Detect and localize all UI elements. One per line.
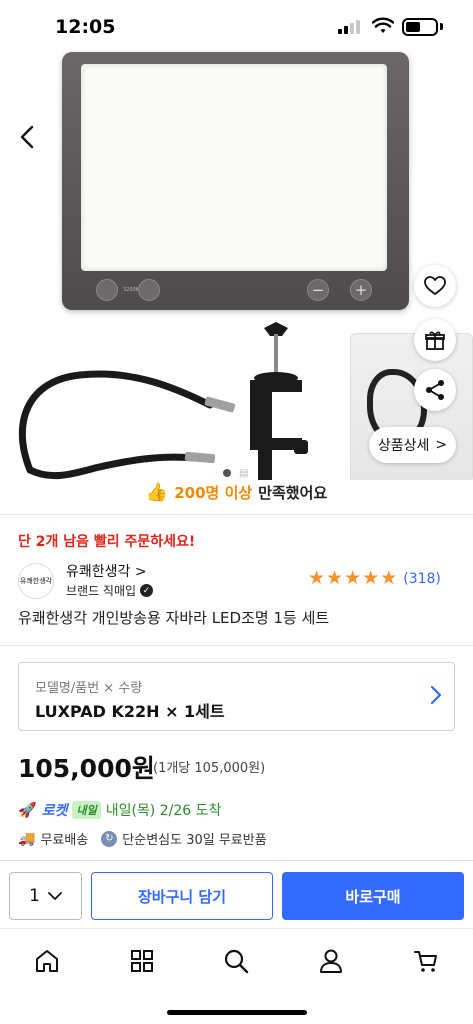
tab-cart[interactable] (412, 947, 440, 975)
home-icon (36, 950, 58, 972)
gift-button[interactable] (414, 319, 456, 361)
section-divider (0, 514, 473, 515)
gift-icon (425, 331, 445, 350)
home-indicator (167, 1010, 307, 1015)
star-icon: ★ (308, 567, 326, 589)
benefits-row: 🚚 무료배송 ↻ 단순변심도 30일 무료반품 (18, 829, 267, 848)
truck-icon: 🚚 (18, 830, 36, 847)
cellular-signal-icon (338, 20, 366, 34)
return-icon: ↻ (101, 830, 118, 847)
price-amount: 105,000원 (18, 754, 155, 783)
verified-check-icon: ✓ (140, 584, 154, 597)
share-button[interactable] (414, 369, 456, 411)
status-bar: 12:05 (0, 0, 473, 50)
clamp-mount-image (250, 322, 308, 480)
free-shipping-label: 무료배송 (40, 833, 89, 848)
cart-icon (414, 951, 437, 972)
option-selector[interactable]: 모델명/품번 × 수량 LUXPAD K22H × 1세트 (18, 662, 455, 731)
panel-minus-button: − (307, 279, 329, 301)
chevron-right-icon: > (134, 564, 147, 580)
chevron-left-icon (20, 125, 34, 149)
star-icon: ★ (326, 567, 344, 589)
option-value: LUXPAD K22H × 1세트 (35, 702, 225, 721)
wifi-icon (372, 17, 394, 33)
heart-icon (424, 276, 446, 295)
led-panel-image: 3200K − + (62, 52, 409, 310)
rocket-label: 로켓 (41, 803, 68, 819)
battery-tip (440, 23, 443, 30)
led-panel-screen (81, 64, 387, 271)
star-icon: ★ (344, 567, 362, 589)
buy-now-button[interactable]: 바로구매 (282, 872, 464, 920)
rocket-icon: 🚀 (18, 801, 37, 819)
wishlist-button[interactable] (414, 265, 456, 307)
panel-button-left (96, 279, 118, 301)
product-detail-label: 상품상세 (377, 438, 430, 454)
panel-plus-button: + (350, 279, 372, 301)
gallery-dot-active (223, 469, 231, 477)
rating-summary[interactable]: ★ ★ ★ ★ ★ (318) (308, 569, 441, 588)
search-icon (224, 949, 249, 974)
panel-temp-label-left: 3200K (123, 287, 140, 293)
brand-direct-badge: 브랜드 직매입 ✓ (66, 582, 154, 599)
product-detail-button[interactable]: 상품상세 > (369, 427, 456, 463)
profile-icon (320, 949, 342, 973)
brand-link[interactable]: 유쾌한생각 > (66, 561, 147, 581)
star-icon: ★ (362, 567, 380, 589)
free-return-label: 단순변심도 30일 무료반품 (122, 833, 267, 848)
stock-alert: 단 2개 남음 빨리 주문하세요! (18, 534, 196, 550)
chevron-down-icon (48, 891, 62, 900)
product-title: 유쾌한생각 개인방송용 자바라 LED조명 1등 세트 (18, 609, 330, 627)
chevron-right-icon (430, 685, 442, 705)
share-icon (426, 380, 444, 400)
quantity-select[interactable]: 1 (9, 872, 82, 920)
option-label: 모델명/품번 × 수량 (35, 681, 143, 696)
tab-home[interactable] (33, 947, 61, 975)
brand-direct-label: 브랜드 직매입 (66, 584, 137, 598)
satisfaction-banner: 👍 200명 이상 만족했어요 (0, 482, 473, 503)
tab-category[interactable] (128, 947, 156, 975)
gallery-pagination: ▤ (223, 468, 253, 479)
satisfaction-count: 200명 이상 (174, 484, 253, 502)
brand-logo[interactable]: 유쾌한생각 (18, 563, 54, 599)
battery-icon (402, 18, 438, 36)
chevron-right-icon: > (435, 437, 448, 453)
purchase-action-bar: 1 장바구니 담기 바로구매 (0, 860, 473, 928)
arrival-date: 내일(목) 2/26 도착 (105, 803, 222, 819)
thumbs-up-icon: 👍 (145, 482, 169, 503)
quantity-value: 1 (29, 886, 40, 906)
back-button[interactable] (12, 122, 42, 152)
status-time: 12:05 (55, 16, 116, 38)
delivery-info: 🚀 로켓 내일 내일(목) 2/26 도착 (18, 800, 221, 820)
rocket-badge: 내일 (72, 801, 101, 819)
video-indicator-icon: ▤ (239, 468, 249, 479)
star-icon: ★ (380, 567, 398, 589)
unit-price: (1개당 105,000원) (153, 761, 266, 776)
section-divider (0, 645, 473, 646)
panel-button-mid (138, 279, 160, 301)
review-count[interactable]: (318) (403, 571, 441, 587)
gooseneck-arm-image (18, 370, 236, 480)
satisfaction-text: 만족했어요 (258, 484, 328, 502)
add-to-cart-button[interactable]: 장바구니 담기 (91, 872, 273, 920)
product-image-gallery[interactable]: 3200K − + ▤ (0, 50, 473, 480)
tab-my-page[interactable] (317, 947, 345, 975)
category-icon (131, 950, 153, 972)
tab-search[interactable] (222, 947, 250, 975)
brand-name: 유쾌한생각 (66, 564, 131, 580)
